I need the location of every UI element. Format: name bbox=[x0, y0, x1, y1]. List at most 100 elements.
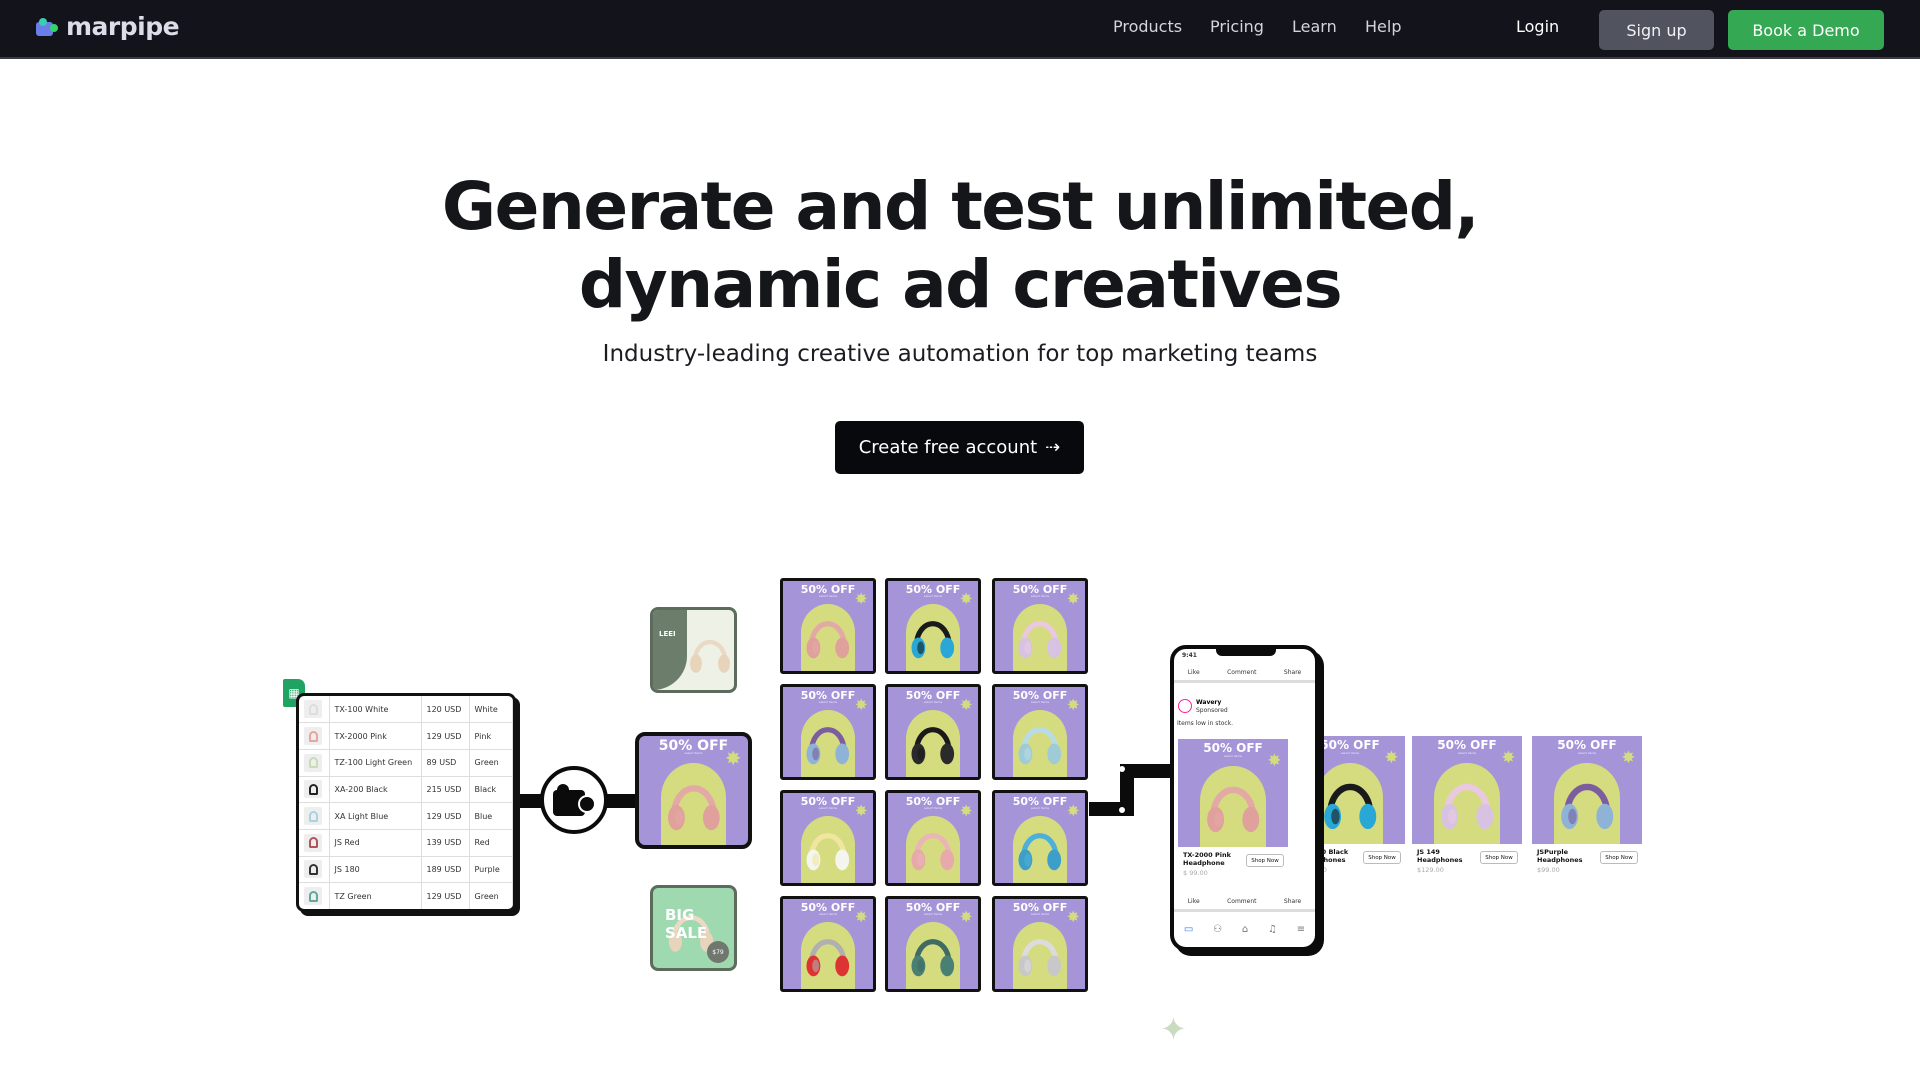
camera-icon bbox=[553, 784, 596, 816]
product-name: JSPurple Headphones bbox=[1537, 848, 1583, 864]
headphone-image bbox=[1018, 621, 1062, 659]
product-color: White bbox=[469, 696, 513, 724]
nav-pricing[interactable]: Pricing bbox=[1210, 17, 1264, 36]
select-items-text: select items bbox=[1030, 911, 1050, 916]
big-sale-text: BIG SALE bbox=[665, 906, 708, 942]
creative-big-sale-variant: BIG SALE $79 bbox=[650, 885, 737, 971]
sparkle-icon: ✦ bbox=[1160, 1010, 1187, 1048]
carousel-card[interactable]: ✸ 50% OFF select items JSPurple Headphones $… bbox=[1532, 736, 1642, 878]
select-items-text: select items bbox=[923, 699, 943, 704]
select-items-text: select items bbox=[684, 751, 703, 756]
select-items-text: select items bbox=[1223, 754, 1243, 759]
signup-button[interactable]: Sign up bbox=[1599, 10, 1714, 50]
hero-title-line2: dynamic ad creatives bbox=[578, 246, 1343, 323]
sponsored-label: Sponsored bbox=[1196, 707, 1228, 714]
page-name[interactable]: Wavery bbox=[1196, 699, 1221, 706]
product-price: 89 USD bbox=[421, 749, 470, 777]
product-name: XA-200 Black bbox=[329, 776, 422, 804]
product-name: TX-2000 Pink bbox=[329, 722, 422, 750]
headphone-image bbox=[1440, 784, 1494, 830]
create-account-button[interactable]: Create free account ⇢ bbox=[835, 421, 1084, 474]
carousel-card[interactable]: ✸ 50% OFF select items TX-2000 Pink Headpho… bbox=[1178, 739, 1288, 881]
shop-now-button[interactable]: Shop Now bbox=[1363, 851, 1401, 864]
creative-variant-card[interactable]: ✸ 50% OFF select items bbox=[885, 684, 981, 780]
friends-icon[interactable]: ⚇ bbox=[1213, 924, 1222, 935]
product-thumbnail bbox=[304, 807, 322, 826]
select-items-text: select items bbox=[923, 805, 943, 810]
product-name: TX-100 White bbox=[329, 696, 422, 724]
product-thumbnail bbox=[304, 887, 322, 906]
comment-button[interactable]: Comment bbox=[1227, 898, 1256, 905]
login-link[interactable]: Login bbox=[1516, 17, 1559, 36]
product-name: TZ-100 Light Green bbox=[329, 749, 422, 777]
creative-variant-card[interactable]: ✸ 50% OFF select items bbox=[992, 578, 1088, 674]
nav-learn[interactable]: Learn bbox=[1292, 17, 1337, 36]
creative-variant-card[interactable]: ✸ 50% OFF select items bbox=[885, 896, 981, 992]
product-name: TX-2000 Pink Headphone bbox=[1183, 851, 1231, 867]
ad-creative: ✸ 50% OFF select items bbox=[1178, 739, 1288, 847]
headphone-image bbox=[806, 939, 850, 977]
product-name: JS 149 Headphones bbox=[1417, 848, 1463, 864]
logo[interactable]: marpipe bbox=[36, 12, 180, 41]
phone-mockup: 9:41 Like Comment Share Wavery Sponsored I… bbox=[1170, 645, 1319, 951]
product-price: 189 USD bbox=[421, 856, 470, 884]
share-button[interactable]: Share bbox=[1284, 898, 1301, 905]
product-name: JS 180 bbox=[329, 856, 422, 884]
carousel-card[interactable]: ✸ 50% OFF select items JS 149 Headphones $12… bbox=[1412, 736, 1522, 878]
select-items-text: select items bbox=[818, 911, 838, 916]
product-price: $ 99.00 bbox=[1183, 869, 1208, 877]
nav-help[interactable]: Help bbox=[1365, 17, 1401, 36]
book-demo-button[interactable]: Book a Demo bbox=[1728, 10, 1884, 50]
creative-variant-card[interactable]: ✸ 50% OFF select items bbox=[780, 790, 876, 886]
home-icon[interactable]: ▭ bbox=[1184, 924, 1193, 935]
share-button[interactable]: Share bbox=[1284, 669, 1301, 676]
creative-variant-card[interactable]: ✸ 50% OFF select items bbox=[885, 790, 981, 886]
product-color: Black bbox=[469, 776, 513, 804]
ad-creative: ✸ 50% OFF select items bbox=[1412, 736, 1522, 844]
discount-text: 50% OFF bbox=[1437, 738, 1497, 753]
marpipe-camera-node bbox=[540, 766, 608, 834]
like-button[interactable]: Like bbox=[1188, 669, 1200, 676]
creative-variant-card[interactable]: ✸ 50% OFF select items bbox=[780, 684, 876, 780]
creative-variant-card[interactable]: ✸ 50% OFF select items bbox=[992, 790, 1088, 886]
sheet-row: TX-2000 Pink 129 USD Pink bbox=[299, 722, 513, 750]
connector-line bbox=[1120, 764, 1172, 778]
marketplace-icon[interactable]: ⌂ bbox=[1242, 924, 1248, 935]
headphone-image bbox=[1018, 939, 1062, 977]
product-price: $129.00 bbox=[1417, 866, 1444, 874]
select-items-text: select items bbox=[1030, 699, 1050, 704]
nav-products[interactable]: Products bbox=[1113, 17, 1182, 36]
product-name: JS Red bbox=[329, 829, 422, 857]
status-time: 9:41 bbox=[1182, 652, 1197, 659]
headphone-image bbox=[911, 727, 955, 765]
shop-now-button[interactable]: Shop Now bbox=[1246, 854, 1284, 867]
shop-now-button[interactable]: Shop Now bbox=[1480, 851, 1518, 864]
shop-now-button[interactable]: Shop Now bbox=[1600, 851, 1638, 864]
select-items-text: select items bbox=[1457, 751, 1477, 756]
creative-variant-card[interactable]: ✸ 50% OFF select items bbox=[780, 578, 876, 674]
sheet-row: TZ-100 Light Green 89 USD Green bbox=[299, 749, 513, 777]
creative-variant-card[interactable]: ✸ 50% OFF select items bbox=[992, 896, 1088, 992]
sheet-row: JS Red 139 USD Red bbox=[299, 829, 513, 857]
like-button[interactable]: Like bbox=[1188, 898, 1200, 905]
comment-button[interactable]: Comment bbox=[1227, 669, 1256, 676]
sheet-row: JS 180 189 USD Purple bbox=[299, 856, 513, 884]
creative-variant-card[interactable]: ✸ 50% OFF select items bbox=[885, 578, 981, 674]
creative-variant-card[interactable]: ✸ 50% OFF select items bbox=[992, 684, 1088, 780]
discount-text: 50% OFF bbox=[1557, 738, 1617, 753]
product-price: 129 USD bbox=[421, 722, 470, 750]
headphone-image bbox=[911, 833, 955, 871]
product-thumbnail bbox=[304, 860, 322, 879]
select-items-text: select items bbox=[818, 699, 838, 704]
bell-icon[interactable]: ♫ bbox=[1268, 924, 1277, 935]
creative-variant-card[interactable]: ✸ 50% OFF select items bbox=[780, 896, 876, 992]
headphone-image bbox=[1018, 833, 1062, 871]
headphone-image bbox=[1018, 727, 1062, 765]
headphone-image bbox=[667, 784, 720, 830]
discount-text: 50% OFF bbox=[1203, 741, 1263, 756]
menu-icon[interactable]: ≡ bbox=[1297, 924, 1305, 935]
select-items-text: select items bbox=[923, 911, 943, 916]
product-feed-sheet: TX-100 White 120 USD White TX-2000 Pink 129 … bbox=[296, 693, 516, 912]
product-color: Pink bbox=[469, 722, 513, 750]
select-items-text: select items bbox=[1030, 593, 1050, 598]
